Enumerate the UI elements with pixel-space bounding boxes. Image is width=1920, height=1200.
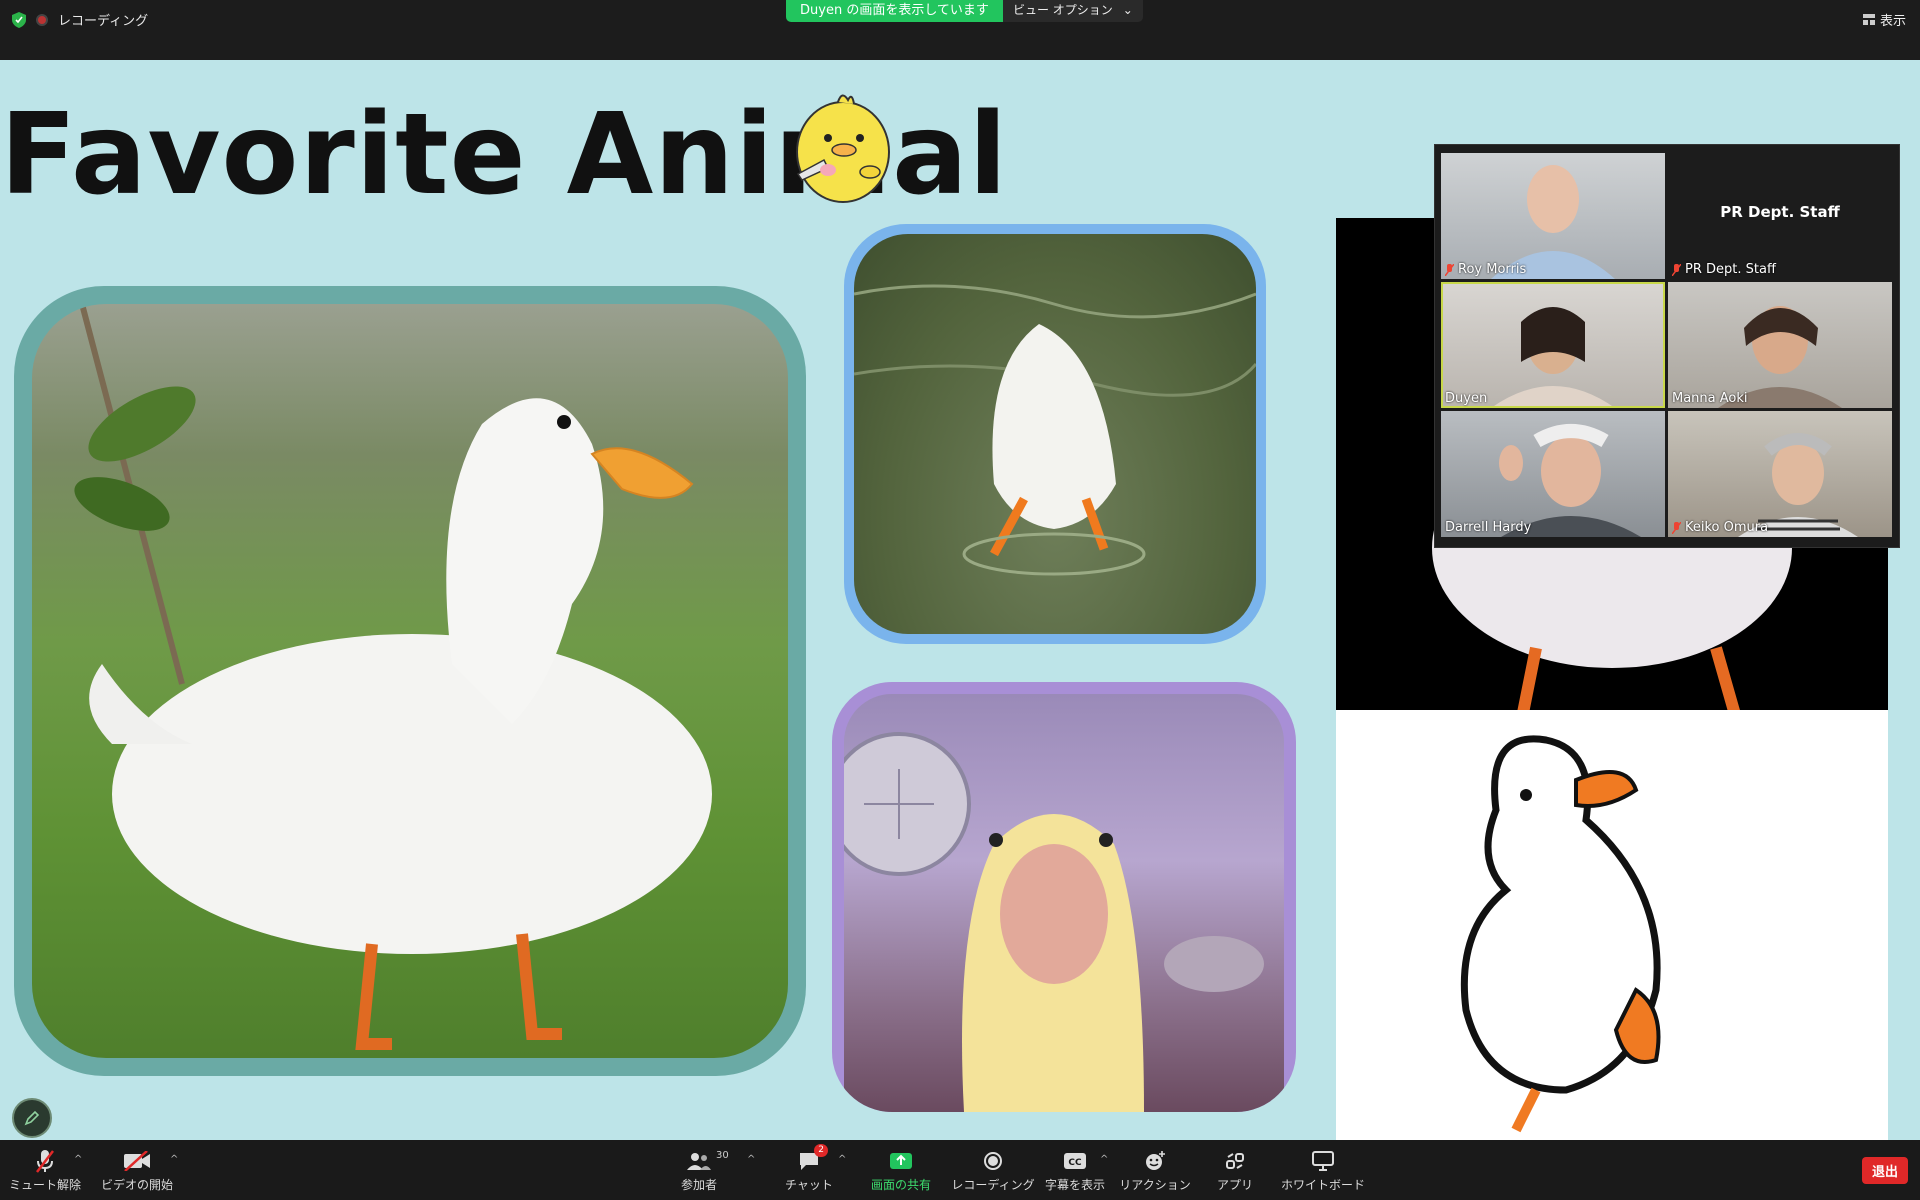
view-options-button[interactable]: ビュー オプション ⌄: [1002, 0, 1143, 22]
start-video-button[interactable]: ビデオの開始: [92, 1148, 182, 1193]
grid-view-icon: [1862, 14, 1875, 25]
cartoon-duck-illustration: [1460, 735, 1661, 1133]
reactions-label: リアクション: [1119, 1178, 1191, 1192]
whiteboard-icon: [1312, 1151, 1334, 1171]
participant-video: [1491, 165, 1615, 279]
view-button[interactable]: 表示: [1862, 10, 1906, 29]
shared-screen: Favorite Animal Roy Morris PR Dept. Staf…: [0, 60, 1920, 1140]
video-options-caret-icon[interactable]: ^: [170, 1154, 178, 1165]
leave-meeting-button[interactable]: 退出: [1861, 1157, 1908, 1184]
apps-icon: [1226, 1153, 1244, 1169]
participant-tile[interactable]: Darrell Hardy: [1441, 411, 1665, 537]
record-icon: [984, 1152, 1002, 1170]
participants-count: 30: [716, 1150, 729, 1161]
audio-options-caret-icon[interactable]: ^: [74, 1154, 82, 1165]
apps-button[interactable]: アプリ: [1190, 1148, 1280, 1193]
svg-text:CC: CC: [1068, 1158, 1082, 1168]
video-off-icon: [124, 1151, 150, 1171]
participant-display-name: PR Dept. Staff: [1720, 203, 1840, 221]
mic-muted-icon: [1672, 263, 1681, 276]
duckling-closeup-photo: [844, 694, 1284, 1112]
mic-muted-icon: [1672, 521, 1681, 534]
captions-options-caret-icon[interactable]: ^: [1100, 1154, 1108, 1165]
chevron-down-icon: ⌄: [1122, 3, 1133, 17]
participant-gallery: Roy Morris PR Dept. Staff PR Dept. Staff…: [1434, 144, 1900, 548]
participant-name: Keiko Omura: [1685, 520, 1769, 535]
shield-icon: [12, 11, 26, 28]
pencil-icon: [24, 1110, 40, 1126]
meeting-toolbar: ミュート解除 ^ ビデオの開始 ^ 30 参加者 ^ 2 チャット ^ 画面の共…: [0, 1140, 1920, 1200]
chat-options-caret-icon[interactable]: ^: [838, 1154, 846, 1165]
share-screen-icon: [890, 1153, 912, 1169]
whiteboard-button[interactable]: ホワイトボード: [1278, 1148, 1368, 1193]
participant-video: [1738, 433, 1858, 537]
participant-video: [1499, 424, 1641, 537]
participant-tile[interactable]: PR Dept. Staff PR Dept. Staff: [1668, 153, 1892, 279]
white-duck-illustration: [74, 304, 712, 1050]
participant-name: Roy Morris: [1458, 262, 1527, 277]
share-banner-text: Duyen の画面を表示しています: [786, 0, 1003, 22]
meeting-topbar: レコーディング Duyen の画面を表示しています ビュー オプション ⌄ 表示: [0, 0, 1920, 60]
white-duck-photo: [32, 304, 788, 1058]
screen-share-banner: Duyen の画面を表示しています ビュー オプション ⌄: [786, 0, 1143, 22]
view-button-label: 表示: [1879, 14, 1906, 29]
participant-name: Duyen: [1445, 391, 1488, 406]
annotate-button[interactable]: [12, 1098, 52, 1138]
whiteboard-label: ホワイトボード: [1280, 1178, 1365, 1192]
reaction-smiley-icon: [1146, 1151, 1165, 1170]
share-screen-button[interactable]: 画面の共有: [856, 1148, 946, 1193]
recording-button[interactable]: レコーディング: [948, 1148, 1038, 1193]
participant-tile-active-speaker[interactable]: Duyen: [1441, 282, 1665, 408]
chat-label: チャット: [785, 1178, 833, 1192]
participants-button[interactable]: 30 参加者: [654, 1148, 744, 1193]
participant-video: [1491, 307, 1615, 408]
recording-label: レコーディング: [951, 1178, 1035, 1192]
chat-unread-badge: 2: [814, 1144, 828, 1157]
mic-muted-icon: [36, 1150, 54, 1173]
share-screen-label: 画面の共有: [870, 1178, 931, 1192]
participants-icon: [687, 1153, 711, 1170]
recording-indicator[interactable]: レコーディング: [12, 10, 148, 29]
cartoon-duck-image: [1336, 710, 1888, 1140]
start-video-label: ビデオの開始: [100, 1178, 173, 1192]
recording-label: レコーディング: [58, 14, 149, 29]
diving-duck-illustration: [854, 284, 1256, 576]
participant-name: Darrell Hardy: [1445, 520, 1532, 535]
diving-duck-photo: [854, 234, 1256, 634]
participant-tile[interactable]: Manna Aoki: [1668, 282, 1892, 408]
chick-with-knife-sticker: [796, 94, 890, 203]
participants-options-caret-icon[interactable]: ^: [747, 1154, 755, 1165]
participant-tile[interactable]: Roy Morris: [1441, 153, 1665, 279]
white-duck-photo-frame: [14, 286, 806, 1076]
captions-label: 字幕を表示: [1044, 1178, 1105, 1192]
recording-dot-icon: [36, 13, 48, 26]
diving-duck-photo-frame: [844, 224, 1266, 644]
participant-name: PR Dept. Staff: [1685, 262, 1776, 277]
view-options-label: ビュー オプション: [1012, 3, 1113, 17]
closed-captions-icon: CC: [1064, 1153, 1086, 1169]
mic-muted-icon: [1445, 263, 1454, 276]
duckling-closeup-photo-frame: [832, 682, 1296, 1112]
participants-label: 参加者: [680, 1178, 717, 1192]
duckling-illustration: [844, 732, 1264, 1112]
participant-video: [1718, 306, 1842, 408]
reactions-button[interactable]: リアクション: [1110, 1148, 1200, 1193]
participant-name: Manna Aoki: [1672, 391, 1748, 406]
participant-tile[interactable]: Keiko Omura: [1668, 411, 1892, 537]
unmute-label: ミュート解除: [8, 1178, 81, 1192]
apps-label: アプリ: [1216, 1178, 1253, 1192]
